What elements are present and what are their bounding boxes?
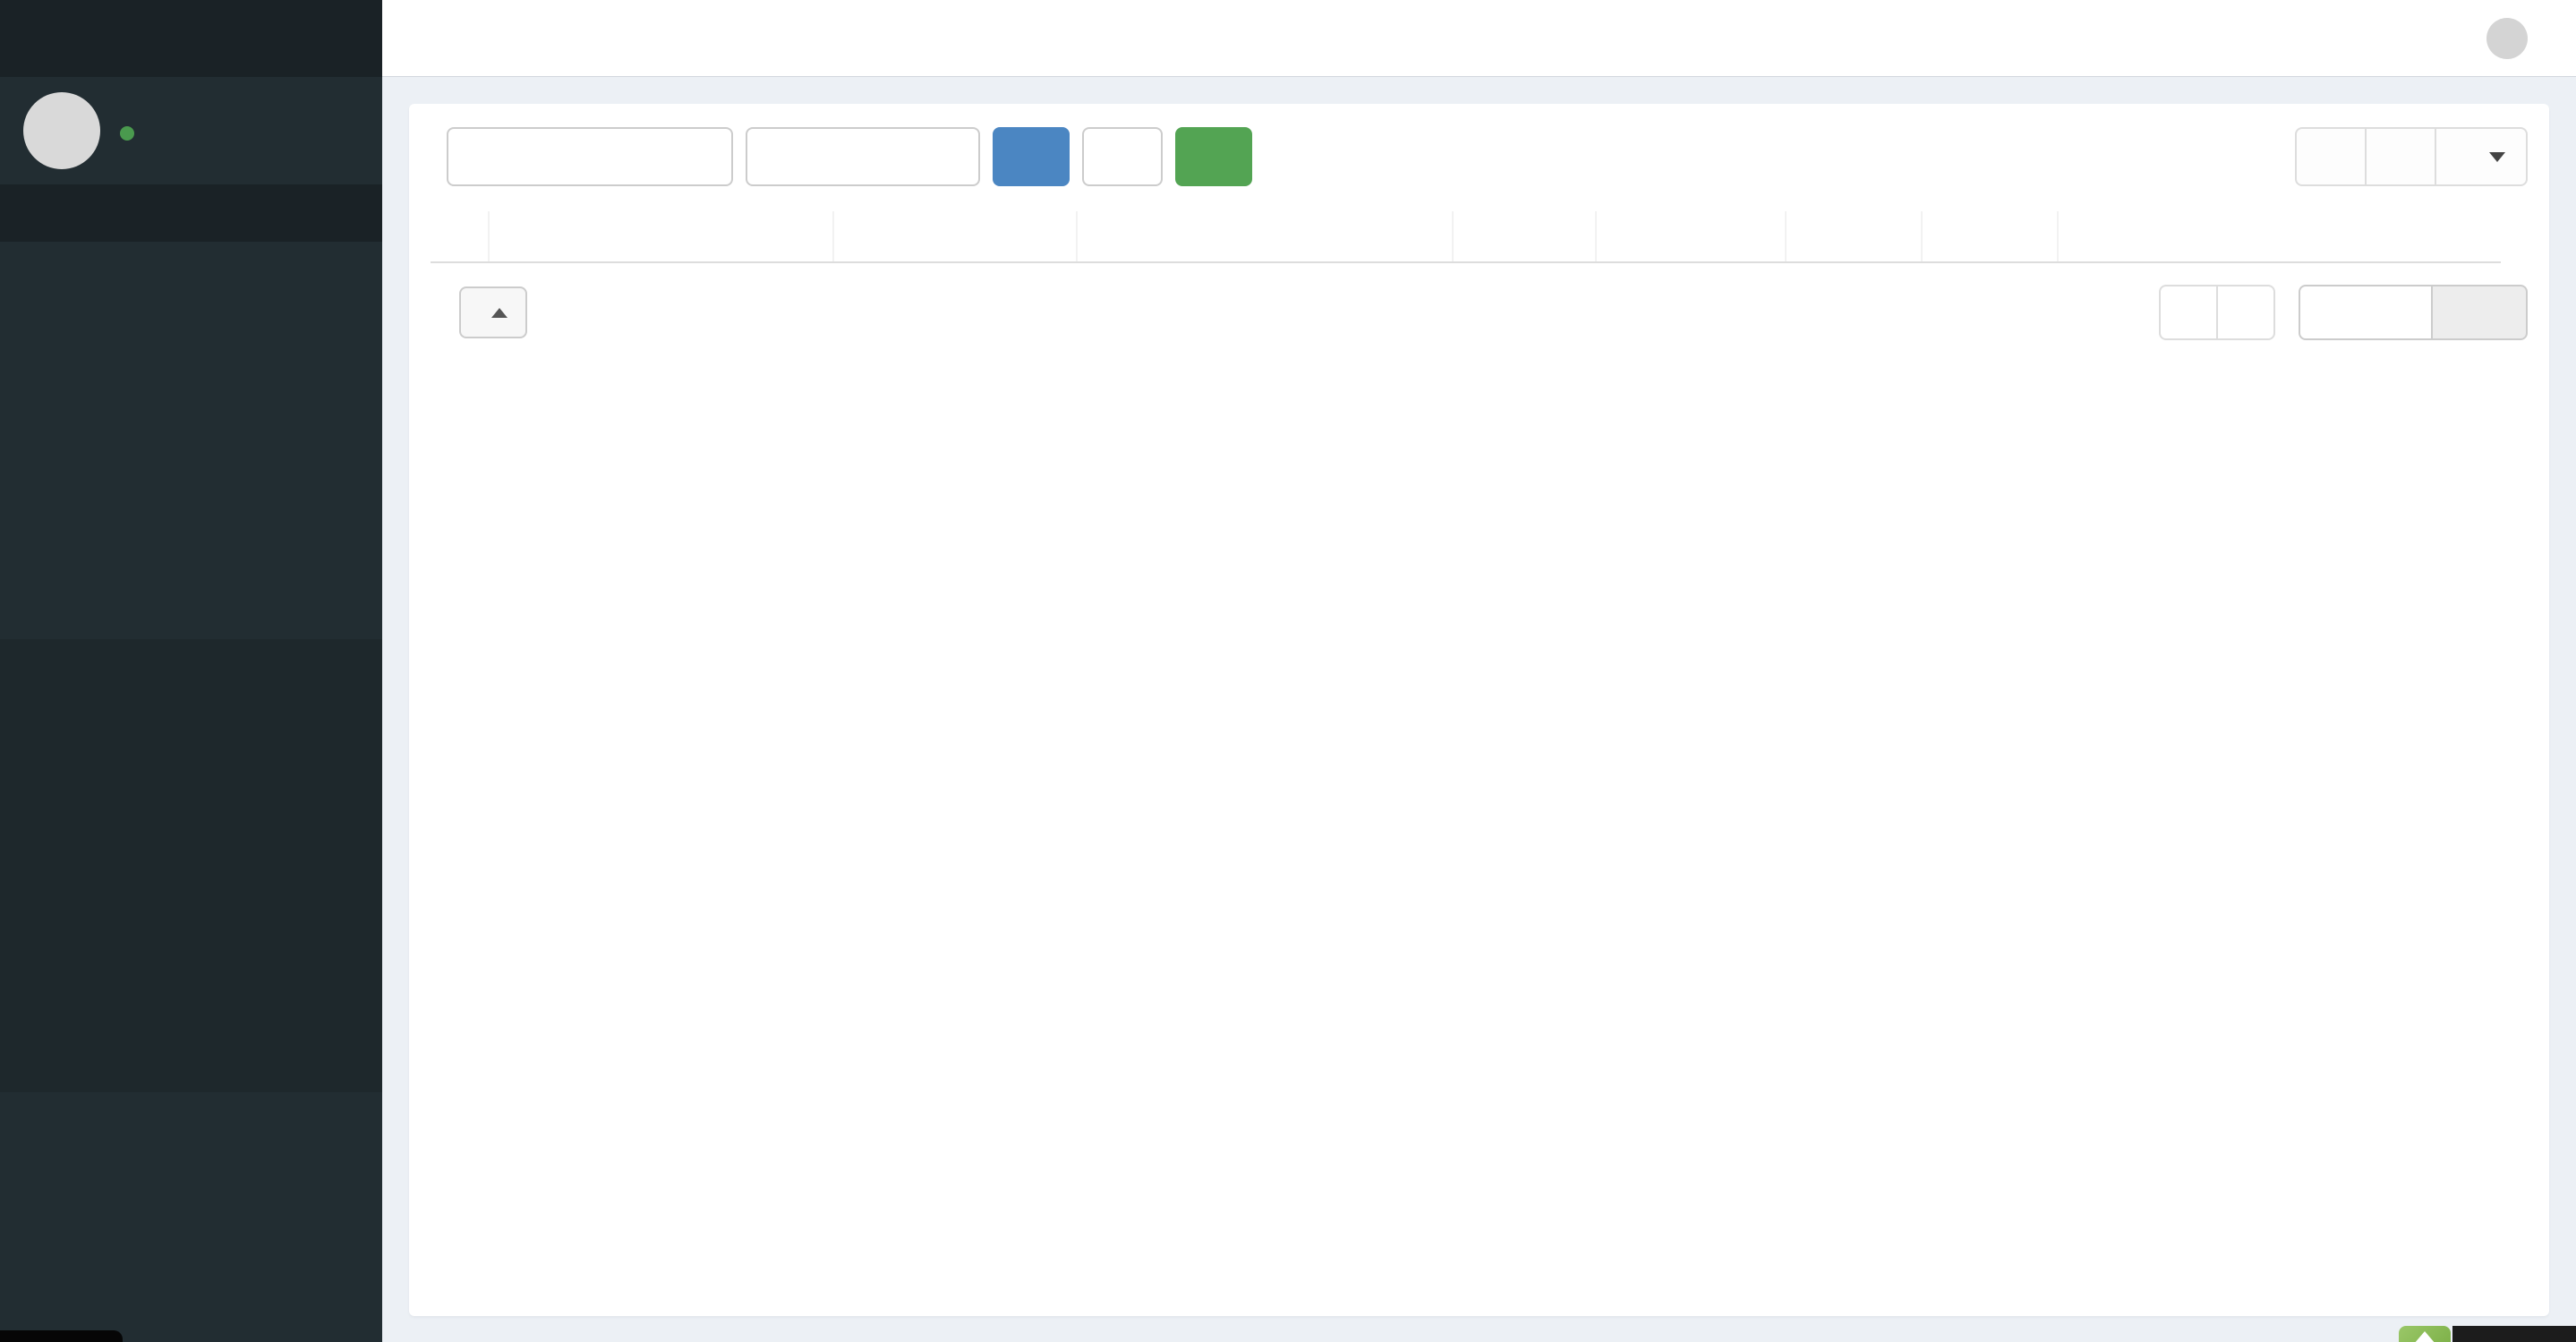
column-header-0 (431, 211, 490, 261)
heartbeat-icon (27, 509, 55, 538)
sidebar-submenu (0, 716, 382, 1092)
online-status-dot (120, 126, 134, 141)
sidebar-subitem-4[interactable] (0, 967, 382, 1030)
columns-button[interactable] (2435, 127, 2528, 186)
globe-icon (27, 586, 55, 615)
go-button[interactable] (2433, 285, 2528, 340)
chevron-left-icon (334, 513, 355, 534)
sidebar-item-0[interactable] (0, 254, 382, 331)
home-icon (27, 278, 55, 307)
lock-icon (27, 432, 55, 461)
sidebar-item-5[interactable] (0, 639, 382, 716)
search-input[interactable] (447, 127, 733, 186)
caret-down-icon (2489, 151, 2505, 162)
refresh-button[interactable] (1082, 127, 1163, 186)
sidebar-subitem-2[interactable] (0, 842, 382, 904)
chevron-down-icon (334, 667, 355, 688)
content-card (409, 104, 2549, 1316)
view-options-group (2295, 127, 2528, 186)
list-alt-icon (27, 1270, 55, 1299)
circle-o-icon (39, 800, 59, 820)
sidebar-nav-header (0, 184, 382, 242)
column-header-3 (1078, 211, 1454, 261)
circle-o-icon (39, 988, 59, 1008)
topbar (382, 0, 2576, 77)
sidebar-subitem-5[interactable] (0, 1030, 382, 1092)
next-page-button[interactable] (2216, 285, 2275, 340)
table-header (431, 211, 2501, 263)
sidebar-subitem-1[interactable] (0, 779, 382, 842)
circle-o-icon (39, 863, 59, 883)
toggle-view-button[interactable] (2295, 127, 2367, 186)
sidebar-nav (0, 254, 382, 1323)
add-button[interactable] (1175, 127, 1252, 186)
column-header-1 (490, 211, 834, 261)
column-header-4 (1454, 211, 1597, 261)
sidebar-subitem-0[interactable] (0, 716, 382, 779)
goto-page-input[interactable] (2299, 285, 2433, 340)
fullscreen-table-button[interactable] (2365, 127, 2436, 186)
app-screen (0, 0, 2576, 1342)
column-header-5 (1597, 211, 1787, 261)
refresh-icon (1105, 145, 1129, 168)
user-icon (27, 1193, 55, 1222)
app-title (0, 0, 382, 77)
column-header-6 (1787, 211, 1923, 261)
circle-o-icon (39, 926, 59, 945)
column-header-8 (2059, 211, 2501, 261)
sidebar-item-8[interactable] (0, 1246, 382, 1323)
plus-icon (1197, 145, 1220, 168)
home-icon[interactable] (2245, 24, 2273, 53)
sidebar-toggle-button[interactable] (382, 0, 472, 76)
sidebar-item-3[interactable] (0, 485, 382, 562)
column-header-2 (834, 211, 1078, 261)
pagination (431, 285, 2528, 340)
toolbar (431, 127, 2528, 186)
topbar-avatar (2486, 17, 2528, 59)
goto-page-group (2299, 285, 2528, 340)
platform-select[interactable] (746, 127, 980, 186)
sidebar-subitem-3[interactable] (0, 904, 382, 967)
sidebar-user-panel (0, 77, 382, 184)
sidebar-expanded-block (0, 639, 382, 1092)
sidebar-item-1[interactable] (0, 331, 382, 408)
user-menu[interactable] (2486, 17, 2542, 59)
expand-arrows-icon (2388, 144, 2413, 169)
grid-icon (2457, 144, 2482, 169)
sidebar-corner-box (0, 1330, 123, 1342)
fullscreen-icon[interactable] (2325, 24, 2354, 53)
ssl-lock-icon (27, 663, 55, 692)
search-icon (1014, 145, 1037, 168)
th-list-icon (27, 355, 55, 384)
list-view-icon (2318, 144, 2343, 169)
column-header-7 (1923, 211, 2059, 261)
main-content (382, 77, 2576, 1342)
pager (2159, 285, 2275, 340)
chevron-left-icon (334, 590, 355, 611)
sidebar (0, 0, 382, 1342)
sidebar-item-6[interactable] (0, 1092, 382, 1169)
per-page-select[interactable] (459, 286, 527, 338)
user-avatar (23, 92, 100, 169)
tools-icon[interactable] (2406, 24, 2435, 53)
sidebar-item-7[interactable] (0, 1169, 382, 1246)
bottom-right-bar (2452, 1326, 2576, 1342)
sidebar-item-4[interactable] (0, 562, 382, 639)
circle-o-icon (39, 1051, 59, 1071)
certificates-table (431, 211, 2501, 263)
hamburger-icon (413, 24, 441, 53)
caret-up-icon (491, 307, 508, 318)
chevron-down-icon (943, 147, 962, 167)
search-button[interactable] (993, 127, 1070, 186)
back-to-top-button[interactable] (2399, 1326, 2451, 1342)
user-status (120, 126, 145, 141)
sidebar-item-2[interactable] (0, 408, 382, 485)
circle-o-icon (39, 738, 59, 757)
prev-page-button[interactable] (2159, 285, 2218, 340)
chevron-left-icon (334, 1120, 355, 1141)
gears-icon (27, 1116, 55, 1145)
